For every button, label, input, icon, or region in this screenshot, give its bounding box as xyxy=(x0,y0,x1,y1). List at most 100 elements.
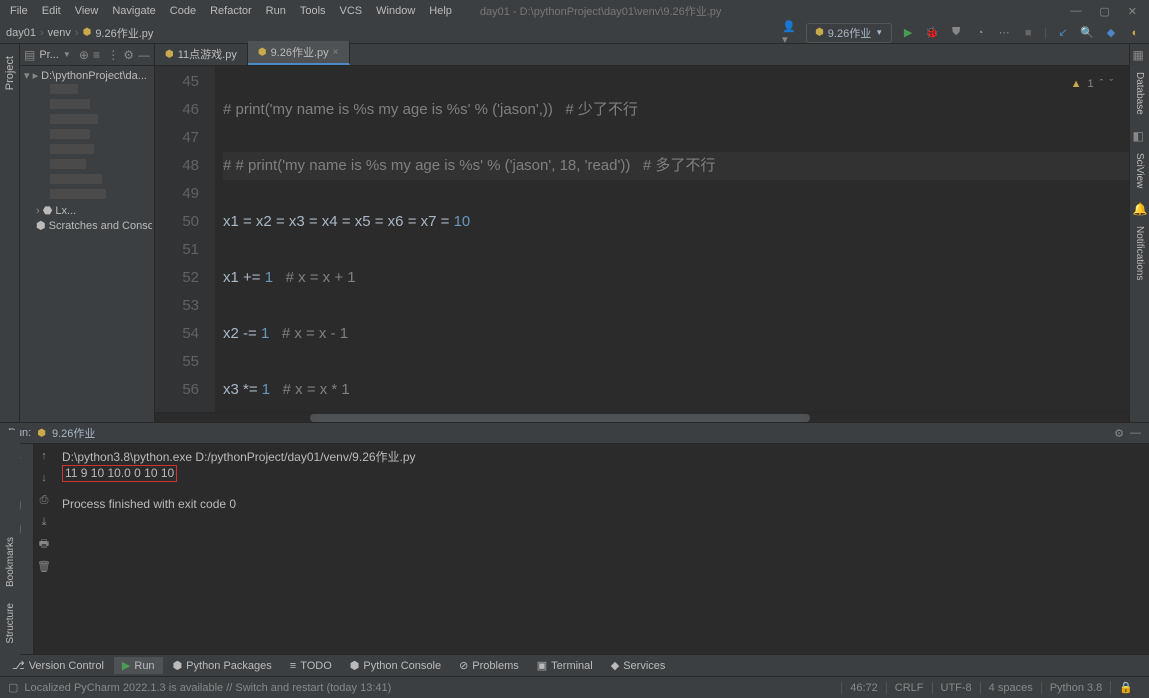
menu-tools[interactable]: Tools xyxy=(294,3,332,19)
navbar: day01 › venv › ⬢ 9.26作业.py 👤▾ ⬢ 9.26作业 ▼… xyxy=(0,22,1149,44)
close-icon[interactable]: ✕ xyxy=(1120,5,1145,18)
chevron-up-icon[interactable]: ˆ xyxy=(1100,70,1104,98)
run-button[interactable]: ▶ xyxy=(900,25,916,41)
indent-config[interactable]: 4 spaces xyxy=(980,682,1041,694)
gutter: 45 46 47 48 49 50 51 52 53 54 55 56 xyxy=(155,66,215,412)
menu-refactor[interactable]: Refactor xyxy=(204,3,258,19)
menu-code[interactable]: Code xyxy=(164,3,202,19)
play-icon: ▶ xyxy=(122,659,130,672)
crumb-folder[interactable]: venv xyxy=(48,27,71,39)
menu-edit[interactable]: Edit xyxy=(36,3,67,19)
expand-all-icon[interactable]: ≡ xyxy=(93,48,103,62)
chevron-right-icon: › xyxy=(40,27,44,39)
gear-icon[interactable]: ⚙ xyxy=(1114,427,1124,440)
problems-icon: ⊘ xyxy=(459,659,468,672)
breadcrumb: day01 › venv › ⬢ 9.26作业.py xyxy=(6,25,153,41)
python-file-icon: ⬢ xyxy=(37,428,46,439)
status-message[interactable]: Localized PyCharm 2022.1.3 is available … xyxy=(24,682,391,694)
menu-run[interactable]: Run xyxy=(260,3,292,19)
interpreter[interactable]: Python 3.8 xyxy=(1041,682,1111,694)
todo-icon: ≡ xyxy=(290,660,296,672)
project-tool-tab[interactable]: Project xyxy=(2,48,18,98)
bookmarks-tool-tab[interactable]: Bookmarks xyxy=(3,529,18,595)
bell-icon[interactable]: 🔔 xyxy=(1133,202,1147,216)
python-icon: ⬢ xyxy=(350,659,360,672)
tool-version-control[interactable]: ⎇Version Control xyxy=(4,657,112,674)
hide-icon[interactable]: — xyxy=(1130,427,1141,439)
run-config-selector[interactable]: ⬢ 9.26作业 ▼ xyxy=(806,23,892,43)
tool-run[interactable]: ▶Run xyxy=(114,657,163,674)
print-icon[interactable]: 🖶 xyxy=(36,536,52,552)
sidebar-header: ▤ Pr... ▼ ⊕ ≡ ⋮ ⚙ — xyxy=(20,44,154,66)
code-content[interactable]: # print('my name is %s my age is %s' % (… xyxy=(215,66,1129,412)
attach-button[interactable]: ⋯ xyxy=(996,25,1012,41)
code-editor[interactable]: 45 46 47 48 49 50 51 52 53 54 55 56 # pr… xyxy=(155,66,1129,412)
tool-services[interactable]: ◆Services xyxy=(603,657,674,674)
menu-view[interactable]: View xyxy=(69,3,105,19)
database-tool-tab[interactable]: Database xyxy=(1132,64,1147,123)
run-coverage-button[interactable]: ⛊ xyxy=(948,25,964,41)
tool-python-packages[interactable]: ⬢Python Packages xyxy=(165,657,280,674)
chevron-down-icon[interactable]: ▼ xyxy=(63,50,71,59)
menu-navigate[interactable]: Navigate xyxy=(106,3,161,19)
down-icon[interactable]: ↓ xyxy=(36,470,52,486)
caret-position[interactable]: 46:72 xyxy=(841,682,886,694)
vcs-update-icon[interactable]: ↙ xyxy=(1055,25,1071,41)
run-config-label: 9.26作业 xyxy=(828,25,871,41)
window-title: day01 - D:\pythonProject\day01\venv\9.26… xyxy=(460,1,1060,21)
profiler-icon[interactable]: ◐ xyxy=(1127,25,1143,41)
console-output[interactable]: D:\python3.8\python.exe D:/pythonProject… xyxy=(54,444,1149,654)
debug-button[interactable]: 🐞 xyxy=(924,25,940,41)
sciview-tool-tab[interactable]: SciView xyxy=(1132,145,1147,196)
soft-wrap-icon[interactable]: ⎙ xyxy=(36,492,52,508)
crumb-project[interactable]: day01 xyxy=(6,27,36,39)
file-encoding[interactable]: UTF-8 xyxy=(932,682,980,694)
menu-window[interactable]: Window xyxy=(370,3,421,19)
up-icon[interactable]: ↑ xyxy=(36,448,52,464)
run-tool-body: ▶ ■ ⊟ ⊡ ↑ ↓ ⎙ ⤓ 🖶 🗑 D:\python3.8\python.… xyxy=(0,444,1149,654)
editor-tab[interactable]: ⬢11点游戏.py xyxy=(155,43,248,65)
lock-icon[interactable]: 🔒 xyxy=(1110,681,1141,694)
notifications-tool-tab[interactable]: Notifications xyxy=(1132,218,1147,288)
search-icon[interactable]: 🔍 xyxy=(1079,25,1095,41)
profile-button[interactable]: ◔ xyxy=(972,25,988,41)
left-tool-stripe: Project xyxy=(0,44,20,422)
editor-horizontal-scrollbar[interactable] xyxy=(155,412,1129,422)
hide-icon[interactable]: — xyxy=(138,48,150,62)
crumb-file[interactable]: 9.26作业.py xyxy=(95,25,153,41)
scroll-end-icon[interactable]: ⤓ xyxy=(36,514,52,530)
tool-terminal[interactable]: ▣Terminal xyxy=(529,657,601,674)
console-line: Process finished with exit code 0 xyxy=(62,497,1141,512)
editor-tab[interactable]: ⬢9.26作业.py× xyxy=(248,41,350,65)
add-user-icon[interactable]: 👤▾ xyxy=(782,25,798,41)
clear-icon[interactable]: 🗑 xyxy=(36,558,52,574)
inspection-widget[interactable]: ▲1 ˆ ˇ xyxy=(1071,70,1113,98)
chevron-down-icon[interactable]: ˇ xyxy=(1109,70,1113,98)
structure-tool-tab[interactable]: Structure xyxy=(3,595,18,652)
database-icon[interactable]: ▦ xyxy=(1133,48,1147,62)
bottom-tool-bar: ⎇Version Control ▶Run ⬢Python Packages ≡… xyxy=(0,654,1149,676)
main-area: Project ▤ Pr... ▼ ⊕ ≡ ⋮ ⚙ — ▾ ▸ D:\pytho… xyxy=(0,44,1149,422)
maximize-icon[interactable]: ▢ xyxy=(1091,5,1117,18)
sciview-icon[interactable]: ◧ xyxy=(1133,129,1147,143)
close-tab-icon[interactable]: × xyxy=(333,47,339,58)
menu-file[interactable]: File xyxy=(4,3,34,19)
gear-icon[interactable]: ⚙ xyxy=(123,48,134,62)
tree-root: ▾ ▸ D:\pythonProject\da... xyxy=(22,68,152,83)
collapse-all-icon[interactable]: ⋮ xyxy=(107,48,119,62)
tool-problems[interactable]: ⊘Problems xyxy=(451,657,527,674)
project-tree[interactable]: ▾ ▸ D:\pythonProject\da... › ⬣ Lx... ⬢ S… xyxy=(20,66,154,235)
minimize-icon[interactable]: — xyxy=(1062,5,1089,17)
tool-python-console[interactable]: ⬢Python Console xyxy=(342,657,449,674)
line-separator[interactable]: CRLF xyxy=(886,682,932,694)
python-file-icon: ⬢ xyxy=(815,27,824,38)
select-opened-icon[interactable]: ⊕ xyxy=(79,48,89,62)
tool-todo[interactable]: ≡TODO xyxy=(282,658,340,674)
menu-help[interactable]: Help xyxy=(423,3,458,19)
tool-window-toggle-icon[interactable]: ▢ xyxy=(8,681,18,694)
stop-button[interactable]: ■ xyxy=(1020,25,1036,41)
sidebar-title[interactable]: Pr... xyxy=(39,49,59,61)
project-sidebar: ▤ Pr... ▼ ⊕ ≡ ⋮ ⚙ — ▾ ▸ D:\pythonProject… xyxy=(20,44,155,422)
menu-vcs[interactable]: VCS xyxy=(334,3,369,19)
ide-settings-icon[interactable]: ◆ xyxy=(1103,25,1119,41)
